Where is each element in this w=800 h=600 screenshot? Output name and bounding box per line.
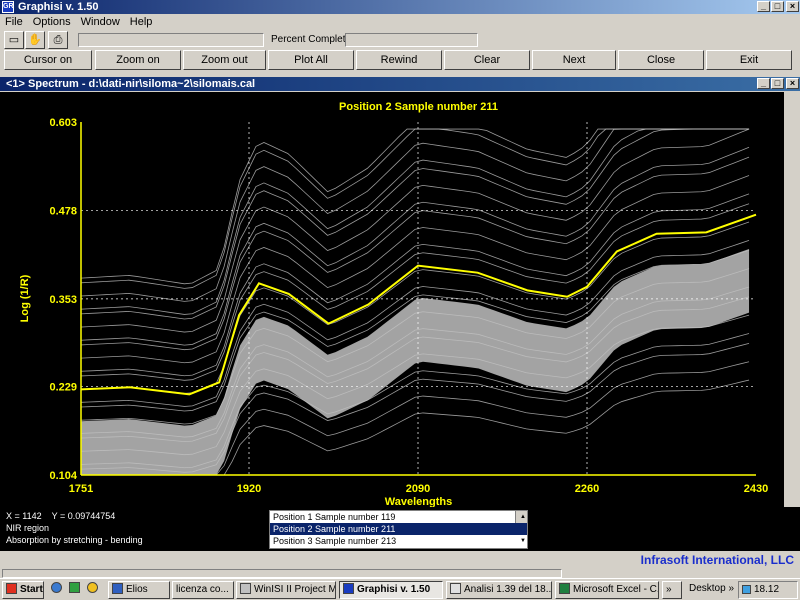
app-title-bar[interactable]: GR Graphisi v. 1.50	[0, 0, 800, 14]
background-spectrum-line	[80, 128, 750, 289]
taskbar-item-winisi[interactable]: WinISI II Project M...	[236, 581, 336, 599]
taskbar-overflow-button[interactable]: »	[662, 581, 682, 599]
menu-window[interactable]: Window	[76, 14, 125, 30]
list-scrollbar[interactable]: ▲ ▼	[515, 511, 527, 544]
x-tick-label: 2090	[406, 483, 430, 495]
cursor-info: X = 1142 Y = 0.09744754 NIR region Absor…	[4, 510, 264, 549]
close-button[interactable]: Close	[618, 50, 704, 70]
ie-quicklaunch-icon[interactable]	[48, 581, 66, 599]
clock: 18.12	[754, 584, 780, 595]
desktop-quicklaunch-icon[interactable]	[66, 581, 84, 599]
printer-icon[interactable]: ⎙	[48, 31, 68, 49]
maximize-button[interactable]: □	[771, 1, 784, 12]
status-bar	[0, 569, 800, 578]
app-icon: GR	[2, 1, 14, 13]
list-item-selected[interactable]: Position 2 Sample number 211	[270, 523, 527, 535]
spectrum-plot[interactable]: 1751 1920 2090 2260 2430 0.104 0.229 0.353 0.478…	[0, 92, 784, 508]
brand-label: Infrasoft International, LLC	[0, 551, 800, 569]
child-close-button[interactable]: ×	[786, 78, 799, 89]
list-item[interactable]: Position 1 Sample number 119	[270, 511, 527, 523]
command-buttons: Cursor on Zoom on Zoom out Plot All Rewi…	[0, 50, 800, 70]
child-minimize-button[interactable]: _	[757, 78, 770, 89]
progress-field	[78, 33, 264, 47]
taskbar-item-label: Graphisi v. 1.50	[357, 584, 431, 595]
rewind-button[interactable]: Rewind	[356, 50, 442, 70]
list-item[interactable]: Position 3 Sample number 213	[270, 535, 527, 547]
plot-all-button[interactable]: Plot All	[268, 50, 354, 70]
spectrum-chart: 1751 1920 2090 2260 2430 0.104 0.229 0.353 0.478…	[19, 101, 768, 508]
next-button[interactable]: Next	[532, 50, 616, 70]
status-pane	[2, 569, 562, 578]
windows-logo-icon	[6, 583, 17, 594]
app-title: Graphisi v. 1.50	[18, 1, 99, 13]
percent-bar	[345, 33, 478, 47]
child-title-bar[interactable]: <1> Spectrum - d:\dati-nir\siloma~2\silo…	[0, 77, 800, 91]
taskbar-item-label: Microsoft Excel - C...	[573, 584, 659, 595]
minimize-button[interactable]: _	[757, 1, 770, 12]
info-panel: X = 1142 Y = 0.09744754 NIR region Absor…	[0, 507, 800, 551]
menu-help[interactable]: Help	[125, 14, 158, 30]
cursor-on-button[interactable]: Cursor on	[4, 50, 92, 70]
x-tick-label: 1920	[237, 483, 261, 495]
taskbar-item-licenza[interactable]: licenza co...	[172, 581, 234, 599]
sample-list[interactable]: Position 1 Sample number 119 Position 2 …	[269, 510, 528, 549]
close-window-button[interactable]: ×	[786, 1, 799, 12]
percent-label: Percent Complete:	[271, 34, 354, 45]
desktop-label: Desktop	[689, 583, 726, 594]
zoom-on-button[interactable]: Zoom on	[95, 50, 181, 70]
menu-file[interactable]: File	[0, 14, 28, 30]
system-tray: 18.12	[738, 581, 798, 599]
taskbar-item-excel[interactable]: Microsoft Excel - C...	[555, 581, 659, 599]
x-axis-label: Wavelengths	[385, 496, 452, 507]
taskbar-item-label: Analisi 1.39 del 18...	[464, 584, 552, 595]
y-tick-label: 0.478	[49, 205, 77, 217]
menu-bar: File Options Window Help	[0, 14, 800, 30]
cursor-x: X = 1142	[6, 511, 42, 521]
x-tick-label: 2430	[744, 483, 768, 495]
taskbar: Start Elios licenza co... WinISI II Proj…	[0, 578, 800, 600]
y-tick-label: 0.104	[49, 470, 77, 482]
y-tick-label: 0.229	[49, 382, 77, 394]
taskbar-item-label: licenza co...	[176, 584, 229, 595]
desktop-toolbar[interactable]: Desktop »	[686, 581, 736, 599]
taskbar-item-elios[interactable]: Elios	[108, 581, 170, 599]
absorption-label: Absorption by stretching - bending	[6, 535, 143, 545]
start-button[interactable]: Start	[2, 581, 44, 599]
toolbar: ▭ ✋ ⎙ Percent Complete:	[0, 31, 800, 49]
child-maximize-button[interactable]: □	[771, 78, 784, 89]
cursor-y: Y = 0.09744754	[51, 511, 116, 521]
taskbar-item-label: Elios	[126, 584, 148, 595]
taskbar-item-analisi[interactable]: Analisi 1.39 del 18...	[446, 581, 552, 599]
exit-button[interactable]: Exit	[706, 50, 792, 70]
open-folder-icon[interactable]: ▭	[4, 31, 24, 49]
hand-icon[interactable]: ✋	[25, 31, 45, 49]
x-tick-label: 2260	[575, 483, 599, 495]
y-axis-label: Log (1/R)	[19, 274, 31, 322]
menu-options[interactable]: Options	[28, 14, 76, 30]
start-label: Start	[20, 584, 43, 595]
x-tick-label: 1751	[69, 483, 93, 495]
zoom-out-button[interactable]: Zoom out	[183, 50, 266, 70]
region-label: NIR region	[6, 523, 50, 533]
y-tick-label: 0.353	[49, 294, 77, 306]
media-quicklaunch-icon[interactable]	[84, 581, 102, 599]
y-tick-label: 0.603	[49, 117, 77, 129]
network-icon	[742, 585, 751, 594]
taskbar-item-graphisi[interactable]: Graphisi v. 1.50	[339, 581, 443, 599]
vertical-scrollbar[interactable]	[784, 92, 800, 507]
chart-title: Position 2 Sample number 211	[339, 101, 498, 113]
taskbar-item-label: WinISI II Project M...	[254, 584, 336, 595]
clear-button[interactable]: Clear	[444, 50, 530, 70]
child-title: <1> Spectrum - d:\dati-nir\siloma~2\silo…	[6, 78, 256, 90]
